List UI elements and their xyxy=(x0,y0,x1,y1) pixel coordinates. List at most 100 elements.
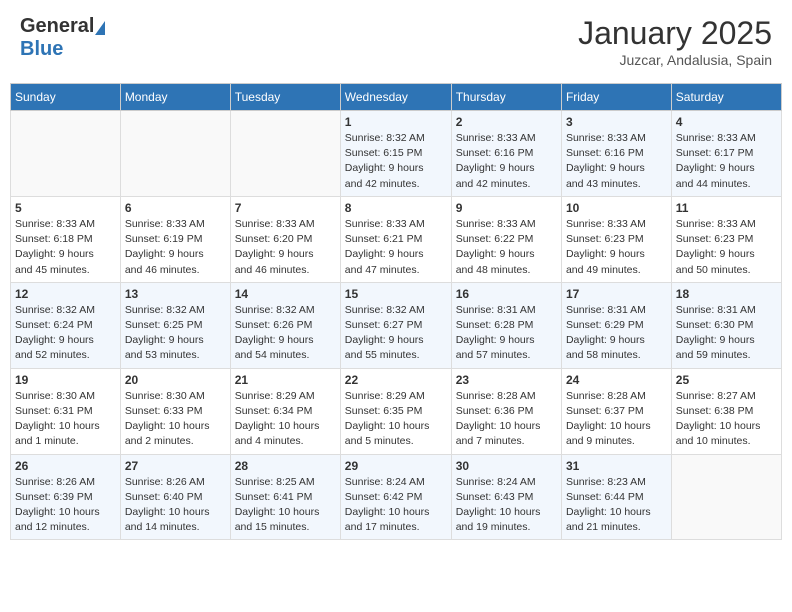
day-number: 19 xyxy=(15,373,116,387)
day-info: Sunrise: 8:24 AMSunset: 6:42 PMDaylight:… xyxy=(345,475,447,536)
day-info: Sunrise: 8:26 AMSunset: 6:40 PMDaylight:… xyxy=(125,475,226,536)
calendar-cell: 10 Sunrise: 8:33 AMSunset: 6:23 PMDayligh… xyxy=(561,196,671,282)
calendar-cell: 1 Sunrise: 8:32 AMSunset: 6:15 PMDaylight… xyxy=(340,111,451,197)
day-info: Sunrise: 8:28 AMSunset: 6:37 PMDaylight:… xyxy=(566,389,667,450)
day-number: 4 xyxy=(676,115,777,129)
day-info: Sunrise: 8:33 AMSunset: 6:23 PMDaylight:… xyxy=(676,217,777,278)
calendar-cell: 15 Sunrise: 8:32 AMSunset: 6:27 PMDayligh… xyxy=(340,282,451,368)
day-info: Sunrise: 8:33 AMSunset: 6:18 PMDaylight:… xyxy=(15,217,116,278)
day-info: Sunrise: 8:32 AMSunset: 6:26 PMDaylight:… xyxy=(235,303,336,364)
day-info: Sunrise: 8:33 AMSunset: 6:19 PMDaylight:… xyxy=(125,217,226,278)
day-number: 21 xyxy=(235,373,336,387)
day-info: Sunrise: 8:33 AMSunset: 6:17 PMDaylight:… xyxy=(676,131,777,192)
day-number: 24 xyxy=(566,373,667,387)
day-info: Sunrise: 8:33 AMSunset: 6:20 PMDaylight:… xyxy=(235,217,336,278)
calendar-week-row: 12 Sunrise: 8:32 AMSunset: 6:24 PMDayligh… xyxy=(11,282,782,368)
calendar-week-row: 26 Sunrise: 8:26 AMSunset: 6:39 PMDayligh… xyxy=(11,454,782,540)
day-number: 31 xyxy=(566,459,667,473)
calendar-header-row: SundayMondayTuesdayWednesdayThursdayFrid… xyxy=(11,84,782,111)
day-info: Sunrise: 8:29 AMSunset: 6:34 PMDaylight:… xyxy=(235,389,336,450)
calendar-cell: 27Sunrise: 8:26 AMSunset: 6:40 PMDayligh… xyxy=(120,454,230,540)
day-info: Sunrise: 8:27 AMSunset: 6:38 PMDaylight:… xyxy=(676,389,777,450)
calendar-cell: 4 Sunrise: 8:33 AMSunset: 6:17 PMDaylight… xyxy=(671,111,781,197)
calendar-cell xyxy=(120,111,230,197)
day-info: Sunrise: 8:31 AMSunset: 6:28 PMDaylight:… xyxy=(456,303,557,364)
day-info: Sunrise: 8:25 AMSunset: 6:41 PMDaylight:… xyxy=(235,475,336,536)
calendar-header-friday: Friday xyxy=(561,84,671,111)
day-number: 29 xyxy=(345,459,447,473)
calendar-cell: 16 Sunrise: 8:31 AMSunset: 6:28 PMDayligh… xyxy=(451,282,561,368)
calendar-cell: 7 Sunrise: 8:33 AMSunset: 6:20 PMDaylight… xyxy=(230,196,340,282)
day-number: 3 xyxy=(566,115,667,129)
calendar-cell: 31 Sunrise: 8:23 AMSunset: 6:44 PMDayligh… xyxy=(561,454,671,540)
calendar-header-sunday: Sunday xyxy=(11,84,121,111)
logo-blue: Blue xyxy=(20,38,63,60)
calendar-cell xyxy=(11,111,121,197)
day-info: Sunrise: 8:32 AMSunset: 6:24 PMDaylight:… xyxy=(15,303,116,364)
calendar-cell xyxy=(230,111,340,197)
calendar-cell: 24 Sunrise: 8:28 AMSunset: 6:37 PMDayligh… xyxy=(561,368,671,454)
calendar-header-wednesday: Wednesday xyxy=(340,84,451,111)
calendar-header-tuesday: Tuesday xyxy=(230,84,340,111)
calendar-cell: 8 Sunrise: 8:33 AMSunset: 6:21 PMDaylight… xyxy=(340,196,451,282)
day-number: 13 xyxy=(125,287,226,301)
calendar-cell: 2Sunrise: 8:33 AMSunset: 6:16 PMDaylight… xyxy=(451,111,561,197)
day-number: 23 xyxy=(456,373,557,387)
calendar-header-thursday: Thursday xyxy=(451,84,561,111)
calendar-cell: 17Sunrise: 8:31 AMSunset: 6:29 PMDayligh… xyxy=(561,282,671,368)
day-number: 1 xyxy=(345,115,447,129)
calendar-cell: 29 Sunrise: 8:24 AMSunset: 6:42 PMDayligh… xyxy=(340,454,451,540)
day-info: Sunrise: 8:28 AMSunset: 6:36 PMDaylight:… xyxy=(456,389,557,450)
day-info: Sunrise: 8:24 AMSunset: 6:43 PMDaylight:… xyxy=(456,475,557,536)
day-number: 5 xyxy=(15,201,116,215)
day-info: Sunrise: 8:23 AMSunset: 6:44 PMDaylight:… xyxy=(566,475,667,536)
calendar-cell: 25 Sunrise: 8:27 AMSunset: 6:38 PMDayligh… xyxy=(671,368,781,454)
day-number: 15 xyxy=(345,287,447,301)
calendar-cell: 28Sunrise: 8:25 AMSunset: 6:41 PMDayligh… xyxy=(230,454,340,540)
calendar-cell xyxy=(671,454,781,540)
logo: General Blue xyxy=(20,15,106,61)
day-info: Sunrise: 8:32 AMSunset: 6:25 PMDaylight:… xyxy=(125,303,226,364)
day-info: Sunrise: 8:31 AMSunset: 6:30 PMDaylight:… xyxy=(676,303,777,364)
calendar-cell: 18 Sunrise: 8:31 AMSunset: 6:30 PMDayligh… xyxy=(671,282,781,368)
day-info: Sunrise: 8:29 AMSunset: 6:35 PMDaylight:… xyxy=(345,389,447,450)
day-number: 12 xyxy=(15,287,116,301)
day-info: Sunrise: 8:26 AMSunset: 6:39 PMDaylight:… xyxy=(15,475,116,536)
title-area: January 2025 Juzcar, Andalusia, Spain xyxy=(578,15,772,68)
day-info: Sunrise: 8:32 AMSunset: 6:27 PMDaylight:… xyxy=(345,303,447,364)
day-number: 22 xyxy=(345,373,447,387)
day-number: 20 xyxy=(125,373,226,387)
day-number: 9 xyxy=(456,201,557,215)
calendar-header-monday: Monday xyxy=(120,84,230,111)
day-number: 30 xyxy=(456,459,557,473)
day-info: Sunrise: 8:32 AMSunset: 6:15 PMDaylight:… xyxy=(345,131,447,192)
day-number: 10 xyxy=(566,201,667,215)
day-info: Sunrise: 8:33 AMSunset: 6:23 PMDaylight:… xyxy=(566,217,667,278)
calendar-cell: 12 Sunrise: 8:32 AMSunset: 6:24 PMDayligh… xyxy=(11,282,121,368)
day-info: Sunrise: 8:30 AMSunset: 6:33 PMDaylight:… xyxy=(125,389,226,450)
day-info: Sunrise: 8:30 AMSunset: 6:31 PMDaylight:… xyxy=(15,389,116,450)
day-number: 8 xyxy=(345,201,447,215)
day-number: 11 xyxy=(676,201,777,215)
day-number: 26 xyxy=(15,459,116,473)
calendar-cell: 19 Sunrise: 8:30 AMSunset: 6:31 PMDayligh… xyxy=(11,368,121,454)
logo-general: General xyxy=(20,15,94,37)
day-number: 6 xyxy=(125,201,226,215)
calendar-table: SundayMondayTuesdayWednesdayThursdayFrid… xyxy=(10,83,782,540)
calendar-cell: 6 Sunrise: 8:33 AMSunset: 6:19 PMDaylight… xyxy=(120,196,230,282)
day-number: 16 xyxy=(456,287,557,301)
calendar-header-saturday: Saturday xyxy=(671,84,781,111)
calendar-cell: 14 Sunrise: 8:32 AMSunset: 6:26 PMDayligh… xyxy=(230,282,340,368)
day-info: Sunrise: 8:33 AMSunset: 6:16 PMDaylight:… xyxy=(456,131,557,192)
day-number: 17 xyxy=(566,287,667,301)
day-number: 7 xyxy=(235,201,336,215)
day-number: 25 xyxy=(676,373,777,387)
page-header: General Blue January 2025 Juzcar, Andalu… xyxy=(10,10,782,73)
calendar-cell: 9Sunrise: 8:33 AMSunset: 6:22 PMDaylight… xyxy=(451,196,561,282)
calendar-cell: 23 Sunrise: 8:28 AMSunset: 6:36 PMDayligh… xyxy=(451,368,561,454)
month-title: January 2025 xyxy=(578,15,772,52)
day-info: Sunrise: 8:33 AMSunset: 6:21 PMDaylight:… xyxy=(345,217,447,278)
day-number: 14 xyxy=(235,287,336,301)
day-number: 18 xyxy=(676,287,777,301)
calendar-cell: 21 Sunrise: 8:29 AMSunset: 6:34 PMDayligh… xyxy=(230,368,340,454)
